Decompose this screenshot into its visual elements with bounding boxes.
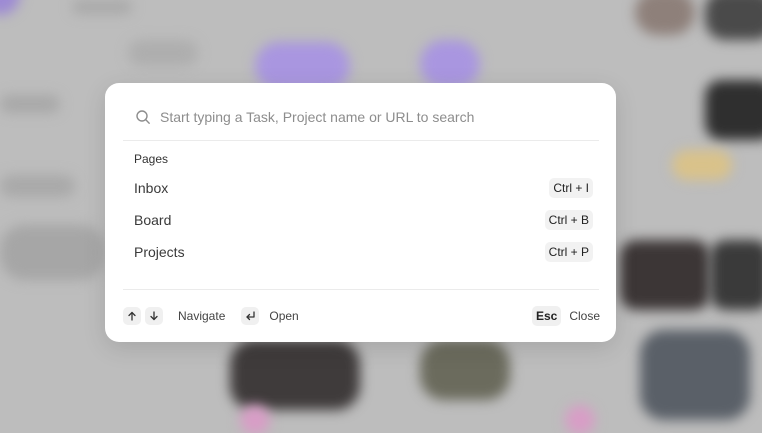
divider: [123, 140, 599, 141]
page-item-board[interactable]: Board Ctrl + B: [123, 206, 599, 234]
page-item-label: Board: [134, 212, 172, 228]
divider: [123, 289, 599, 290]
section-label-pages: Pages: [134, 152, 169, 166]
open-hint: Open: [269, 309, 299, 323]
esc-key-badge: Esc: [531, 306, 562, 326]
page-item-inbox[interactable]: Inbox Ctrl + I: [123, 174, 599, 202]
search-input[interactable]: [160, 109, 580, 125]
shortcut-badge: Ctrl + P: [544, 242, 593, 262]
close-hint[interactable]: Close: [569, 309, 600, 323]
palette-footer: Navigate Open Esc Close: [123, 305, 600, 327]
search-icon: [136, 110, 150, 124]
shortcut-badge: Ctrl + B: [544, 210, 593, 230]
arrow-up-icon: [123, 307, 141, 325]
page-item-label: Projects: [134, 244, 185, 260]
enter-icon: [241, 307, 260, 325]
navigate-hint: Navigate: [178, 309, 226, 323]
page-item-label: Inbox: [134, 180, 169, 196]
shortcut-badge: Ctrl + I: [549, 178, 593, 198]
arrow-down-icon: [145, 307, 163, 325]
search-row[interactable]: [123, 101, 599, 133]
command-palette: Pages Inbox Ctrl + I Board Ctrl + B Proj…: [105, 83, 616, 342]
page-item-projects[interactable]: Projects Ctrl + P: [123, 238, 599, 266]
